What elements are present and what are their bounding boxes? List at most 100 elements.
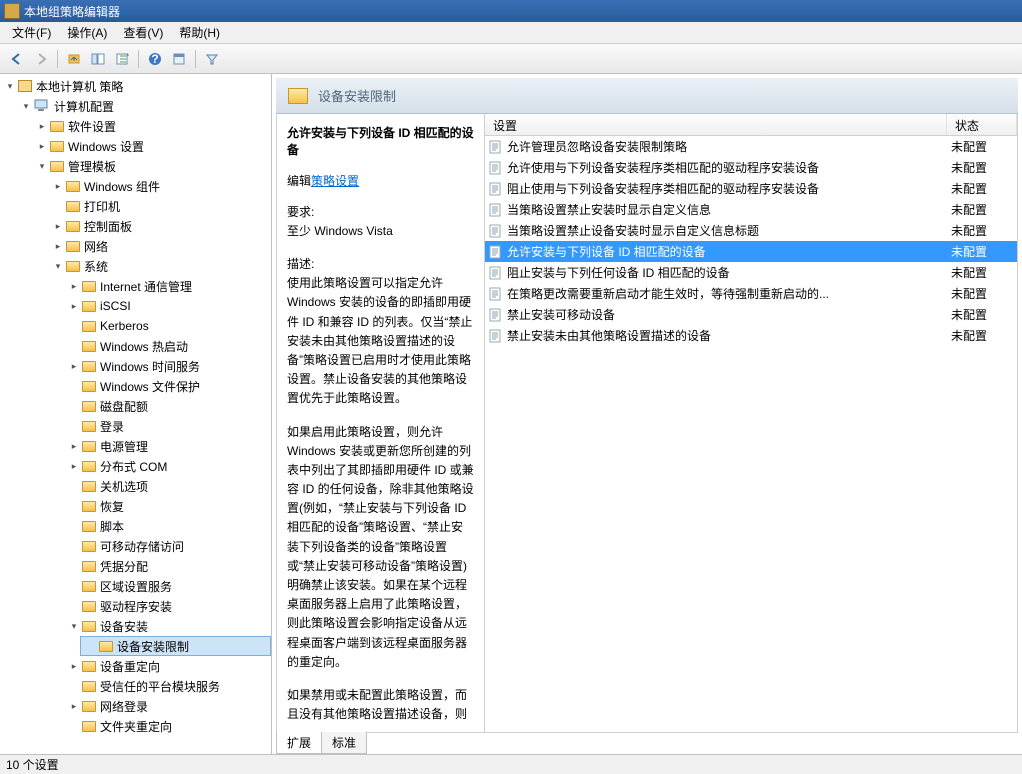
list-row[interactable]: 当策略设置禁止安装时显示自定义信息未配置 [485,199,1017,220]
tree-software-settings[interactable]: ▸软件设置 [32,116,271,136]
list-row[interactable]: 阻止安装与下列任何设备 ID 相匹配的设备未配置 [485,262,1017,283]
expander-icon[interactable]: ▸ [36,120,48,132]
tree-root[interactable]: ▾ 本地计算机 策略 [0,76,271,96]
expander-icon[interactable]: ▸ [68,460,80,472]
tree-label: 管理模板 [68,158,116,175]
column-setting[interactable]: 设置 [485,114,947,135]
tree-locale-services[interactable]: 区域设置服务 [64,576,271,596]
tree-admin-templates[interactable]: ▾ 管理模板 [32,156,271,176]
menu-action[interactable]: 操作(A) [59,22,115,43]
tree-device-install[interactable]: ▾设备安装 [64,616,271,636]
tree-system[interactable]: ▾系统 [48,256,271,276]
tree-removable-storage[interactable]: 可移动存储访问 [64,536,271,556]
list-row[interactable]: 阻止使用与下列设备安装程序类相匹配的驱动程序安装设备未配置 [485,178,1017,199]
tree-windows-hotstart[interactable]: Windows 热启动 [64,336,271,356]
nav-forward-button[interactable] [30,48,52,70]
expander-icon[interactable]: ▸ [68,440,80,452]
tree-iscsi[interactable]: ▸iSCSI [64,296,271,316]
expander-icon[interactable]: ▸ [52,240,64,252]
detail-header-title: 设备安装限制 [318,86,396,105]
tree-windows-settings[interactable]: ▸Windows 设置 [32,136,271,156]
tree-cred-deleg[interactable]: 凭据分配 [64,556,271,576]
tree-folder-redirect[interactable]: 文件夹重定向 [64,716,271,736]
tree-logon[interactable]: 登录 [64,416,271,436]
menu-view[interactable]: 查看(V) [115,22,171,43]
tree-label: 电源管理 [100,438,148,455]
help-button[interactable]: ? [144,48,166,70]
expander-icon[interactable]: ▾ [68,620,80,632]
list-row[interactable]: 在策略更改需要重新启动才能生效时，等待强制重新启动的...未配置 [485,283,1017,304]
tree-net-logon[interactable]: ▸网络登录 [64,696,271,716]
tree-label: 打印机 [84,198,120,215]
row-status: 未配置 [947,306,1017,323]
tree-windows-components[interactable]: ▸Windows 组件 [48,176,271,196]
row-text: 阻止安装与下列任何设备 ID 相匹配的设备 [505,264,947,281]
list-row[interactable]: 禁止安装可移动设备未配置 [485,304,1017,325]
expander-icon[interactable]: ▸ [68,280,80,292]
expander-icon[interactable]: ▾ [4,80,16,92]
tree-power-mgmt[interactable]: ▸ 电源管理 [64,436,271,456]
toolbar: ? [0,44,1022,74]
tree-windows-time[interactable]: ▸Windows 时间服务 [64,356,271,376]
tree-printers[interactable]: 打印机 [48,196,271,216]
row-text: 当策略设置禁止设备安装时显示自定义信息标题 [505,222,947,239]
folder-icon [82,281,96,292]
policy-setting-icon [485,182,505,196]
expander-icon[interactable]: ▸ [68,360,80,372]
folder-icon [99,641,113,652]
tree-internet-comm[interactable]: ▸Internet 通信管理 [64,276,271,296]
expander-icon[interactable]: ▾ [52,260,64,272]
tree-label: 可移动存储访问 [100,538,184,555]
tree-control-panel[interactable]: ▸控制面板 [48,216,271,236]
policy-setting-icon [485,266,505,280]
export-list-button[interactable] [111,48,133,70]
tree-kerberos[interactable]: Kerberos [64,316,271,336]
tree-recovery[interactable]: 恢复 [64,496,271,516]
console-tree[interactable]: ▾ 本地计算机 策略 ▾ 计算机配置 ▸软件设置 ▸Windows 设置 [0,74,272,754]
tree-device-install-restrictions[interactable]: 设备安装限制 [80,636,271,656]
nav-up-button[interactable] [63,48,85,70]
expander-icon[interactable]: ▸ [52,220,64,232]
policy-setting-icon [485,161,505,175]
row-status: 未配置 [947,159,1017,176]
column-status[interactable]: 状态 [947,114,1017,135]
description-text: 如果启用此策略设置，则允许 Windows 安装或更新您所创建的列表中列出了其即… [287,423,474,672]
menu-help[interactable]: 帮助(H) [171,22,228,43]
show-hide-tree-button[interactable] [87,48,109,70]
expander-icon[interactable]: ▸ [68,700,80,712]
expander-icon[interactable]: ▾ [20,100,32,112]
list-row[interactable]: 允许使用与下列设备安装程序类相匹配的驱动程序安装设备未配置 [485,157,1017,178]
tree-dcom[interactable]: ▸分布式 COM [64,456,271,476]
folder-icon [50,161,64,172]
edit-policy-link[interactable]: 策略设置 [311,174,359,188]
list-row[interactable]: 禁止安装未由其他策略设置描述的设备未配置 [485,325,1017,346]
folder-icon [82,581,96,592]
list-row[interactable]: 允许安装与下列设备 ID 相匹配的设备未配置 [485,241,1017,262]
tree-trusted-platform[interactable]: 受信任的平台模块服务 [64,676,271,696]
expander-icon[interactable]: ▸ [68,300,80,312]
expander-icon[interactable]: ▸ [68,660,80,672]
tree-scripts[interactable]: 脚本 [64,516,271,536]
folder-icon [66,241,80,252]
filter-button[interactable] [201,48,223,70]
tree-device-redirect[interactable]: ▸设备重定向 [64,656,271,676]
tree-disk-quota[interactable]: 磁盘配额 [64,396,271,416]
nav-back-button[interactable] [6,48,28,70]
menu-file[interactable]: 文件(F) [4,22,59,43]
tree-computer-config[interactable]: ▾ 计算机配置 [16,96,271,116]
list-row[interactable]: 当策略设置禁止设备安装时显示自定义信息标题未配置 [485,220,1017,241]
tree-shutdown-opts[interactable]: 关机选项 [64,476,271,496]
tab-extended[interactable]: 扩展 [276,732,322,754]
tree-network[interactable]: ▸网络 [48,236,271,256]
expander-icon[interactable]: ▸ [52,180,64,192]
expander-icon[interactable]: ▸ [36,140,48,152]
tree-windows-fileprotect[interactable]: Windows 文件保护 [64,376,271,396]
row-status: 未配置 [947,180,1017,197]
expander-icon[interactable]: ▾ [36,160,48,172]
tree-driver-install[interactable]: 驱动程序安装 [64,596,271,616]
tab-standard[interactable]: 标准 [321,732,367,754]
folder-icon [82,301,96,312]
list-row[interactable]: 允许管理员忽略设备安装限制策略未配置 [485,136,1017,157]
tree-label: 脚本 [100,518,124,535]
properties-button[interactable] [168,48,190,70]
